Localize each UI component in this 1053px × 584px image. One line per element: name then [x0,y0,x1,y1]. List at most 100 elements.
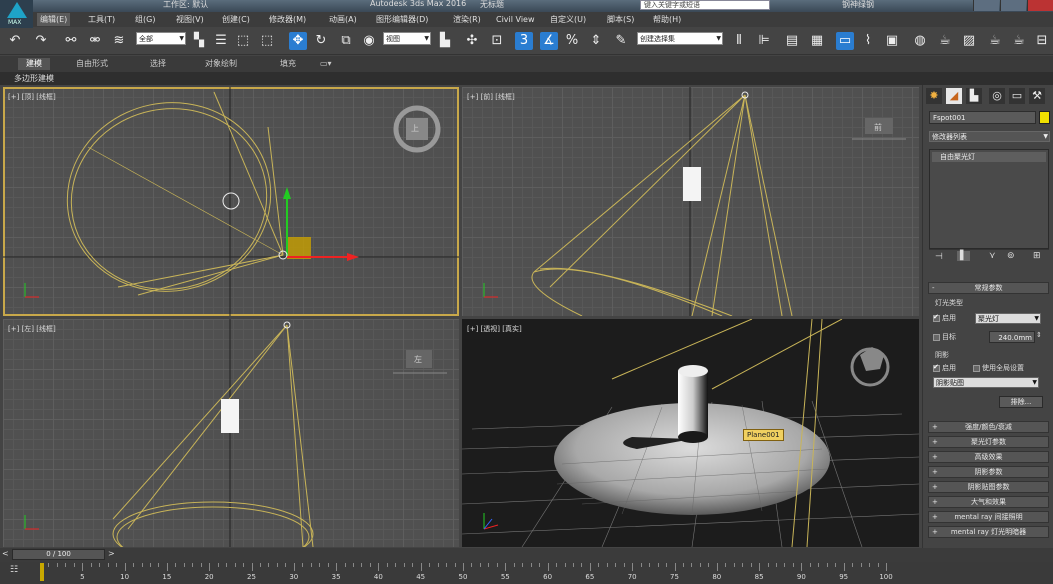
viewport-perspective[interactable]: [+] [透视] [真实] Plane001 [462,319,919,547]
display-tab-icon[interactable]: ▭ [1009,88,1025,104]
motion-tab-icon[interactable]: ◎ [989,88,1005,104]
menu-tools[interactable]: 工具(T) [85,13,118,26]
viewport-front[interactable]: [+] [前] [线框] 前 [462,87,919,316]
render-production-icon[interactable]: ☕ [986,32,1004,50]
rollout-mr-indirect[interactable]: + mental ray 间接照明 [928,511,1049,523]
render-iterative-icon[interactable]: ☕ [1010,32,1028,50]
menu-graph-editors[interactable]: 图形编辑器(D) [373,13,431,26]
pin-stack-icon[interactable]: ⊣ [935,252,943,262]
viewport-top[interactable]: [+] [顶] [线框] 上 [3,87,459,316]
menu-views[interactable]: 视图(V) [173,13,207,26]
make-unique-icon[interactable]: ⋎ [989,251,996,261]
object-color-swatch[interactable] [1039,111,1050,124]
viewcube-top[interactable]: 上 [411,123,419,134]
menu-help[interactable]: 帮助(H) [650,13,684,26]
remove-modifier-icon[interactable]: ⊚ [1007,251,1015,261]
keyboard-shortcut-override-icon[interactable]: ⊡ [488,32,506,50]
undo-icon[interactable]: ↶ [6,32,24,50]
target-distance-field[interactable]: 240.0mm [989,331,1035,343]
snaps-toggle-icon[interactable]: 3 [515,32,533,50]
utilities-tab-icon[interactable]: ⚒ [1029,88,1045,104]
rendered-frame-window-icon[interactable]: ▨ [960,32,978,50]
layer-manager-icon[interactable]: ▤ [783,32,801,50]
link-icon[interactable]: ⚯ [62,32,80,50]
ribbon-tab-object-paint[interactable]: 对象绘制 [205,58,237,70]
viewport-left-label[interactable]: [+] [左] [线框] [8,324,56,334]
scene-explorer-icon[interactable]: ▦ [808,32,826,50]
stack-item-free-spot[interactable]: 自由聚光灯 [932,152,1046,162]
create-tab-icon[interactable]: ✸ [926,88,942,104]
render-in-cloud-icon[interactable]: ⊟ [1033,32,1051,50]
rollout-advanced-effects[interactable]: + 高级效果 [928,451,1049,463]
show-end-result-icon[interactable]: ▌ [957,251,970,261]
close-button[interactable] [1027,0,1053,11]
workspace-label[interactable]: 工作区: 默认 [163,0,208,10]
light-type-dropdown[interactable]: 聚光灯 [975,313,1041,324]
configure-modifier-sets-icon[interactable]: ⊞ [1033,251,1041,261]
slider-next-icon[interactable]: > [108,549,115,558]
target-checkbox[interactable]: 目标 [933,332,956,342]
select-and-move-icon[interactable]: ✥ [289,32,307,50]
schematic-view-icon[interactable]: ▣ [883,32,901,50]
render-setup-icon[interactable]: ☕ [936,32,954,50]
curve-editor-icon[interactable]: ⌇ [859,32,877,50]
redo-icon[interactable]: ↷ [32,32,50,50]
ribbon-tab-freeform[interactable]: 自由形式 [76,58,108,70]
named-selection-dropdown[interactable]: 创建选择集 [637,32,723,45]
polygon-modeling-label[interactable]: 多边形建模 [14,73,54,84]
current-frame-marker[interactable] [40,563,44,581]
select-manipulate-icon[interactable]: ✣ [463,32,481,50]
window-crossing-icon[interactable]: ⬚ [258,32,276,50]
menu-animation[interactable]: 动画(A) [326,13,360,26]
viewcube-left[interactable]: 左 [414,354,422,365]
rollout-shadow-params[interactable]: + 阴影参数 [928,466,1049,478]
menu-edit[interactable]: 编辑(E) [37,13,71,26]
rollout-intensity-color[interactable]: + 强度/颜色/衰减 [928,421,1049,433]
viewport-top-label[interactable]: [+] [顶] [线框] [8,92,56,102]
angle-snap-icon[interactable]: ∡ [540,32,558,50]
align-icon[interactable]: ⊫ [755,32,773,50]
unlink-icon[interactable]: ⚮ [86,32,104,50]
use-global-settings-checkbox[interactable]: 使用全局设置 [973,363,1024,373]
edit-named-selection-icon[interactable]: ✎ [612,32,630,50]
minimize-button[interactable] [973,0,999,11]
exclude-button[interactable]: 排除... [999,396,1043,408]
pivot-center-icon[interactable]: ▙ [436,32,454,50]
select-by-name-icon[interactable]: ☰ [212,32,230,50]
ribbon-tab-modeling[interactable]: 建模 [18,58,50,70]
target-distance-spinner[interactable]: ⇕ [1036,331,1042,339]
app-logo[interactable]: MAX [0,0,33,28]
ribbon-tab-populate[interactable]: 填充 [280,58,296,70]
reference-coordinate-dropdown[interactable]: 视图 [383,32,431,45]
menu-scripting[interactable]: 脚本(S) [604,13,637,26]
select-and-rotate-icon[interactable]: ↻ [312,32,330,50]
search-input[interactable]: 键入关键字或短语 [640,0,770,10]
select-and-place-icon[interactable]: ◉ [360,32,378,50]
maximize-button[interactable] [1000,0,1026,11]
rollout-spotlight-params[interactable]: + 聚光灯参数 [928,436,1049,448]
user-name[interactable]: 钢神绿钢 [842,0,874,10]
spinner-snap-icon[interactable]: ⇕ [587,32,605,50]
mini-curve-editor-icon[interactable]: ☷ [10,565,18,575]
ribbon-tab-selection[interactable]: 选择 [150,58,166,70]
menu-customize[interactable]: 自定义(U) [547,13,589,26]
viewport-left[interactable]: [+] [左] [线框] 左 [3,319,459,547]
modifier-list-dropdown[interactable]: 修改器列表 [929,131,1050,142]
select-object-icon[interactable]: ▚ [190,32,208,50]
modify-tab-icon[interactable]: ◢ [946,88,962,104]
rollout-mr-shader[interactable]: + mental ray 灯光明暗器 [928,526,1049,538]
rollout-shadow-map-params[interactable]: + 阴影贴图参数 [928,481,1049,493]
rollout-general-parameters[interactable]: - 常规参数 [928,282,1049,294]
time-slider[interactable]: 0 / 100 [12,549,105,560]
viewport-perspective-label[interactable]: [+] [透视] [真实] [467,324,522,334]
mirror-icon[interactable]: ⫴ [730,32,748,50]
selection-filter-dropdown[interactable]: 全部 [136,32,186,45]
material-editor-icon[interactable]: ◍ [911,32,929,50]
shadow-type-dropdown[interactable]: 阴影贴图 [933,377,1039,388]
bind-space-warp-icon[interactable]: ≋ [110,32,128,50]
light-enable-checkbox[interactable]: 启用 [933,313,956,323]
ribbon-toggle-icon[interactable]: ▭ [836,32,854,50]
select-and-scale-icon[interactable]: ⧉ [337,32,355,50]
object-name-field[interactable]: Fspot001 [929,111,1036,124]
ribbon-options-icon[interactable]: ▭▾ [320,58,332,70]
